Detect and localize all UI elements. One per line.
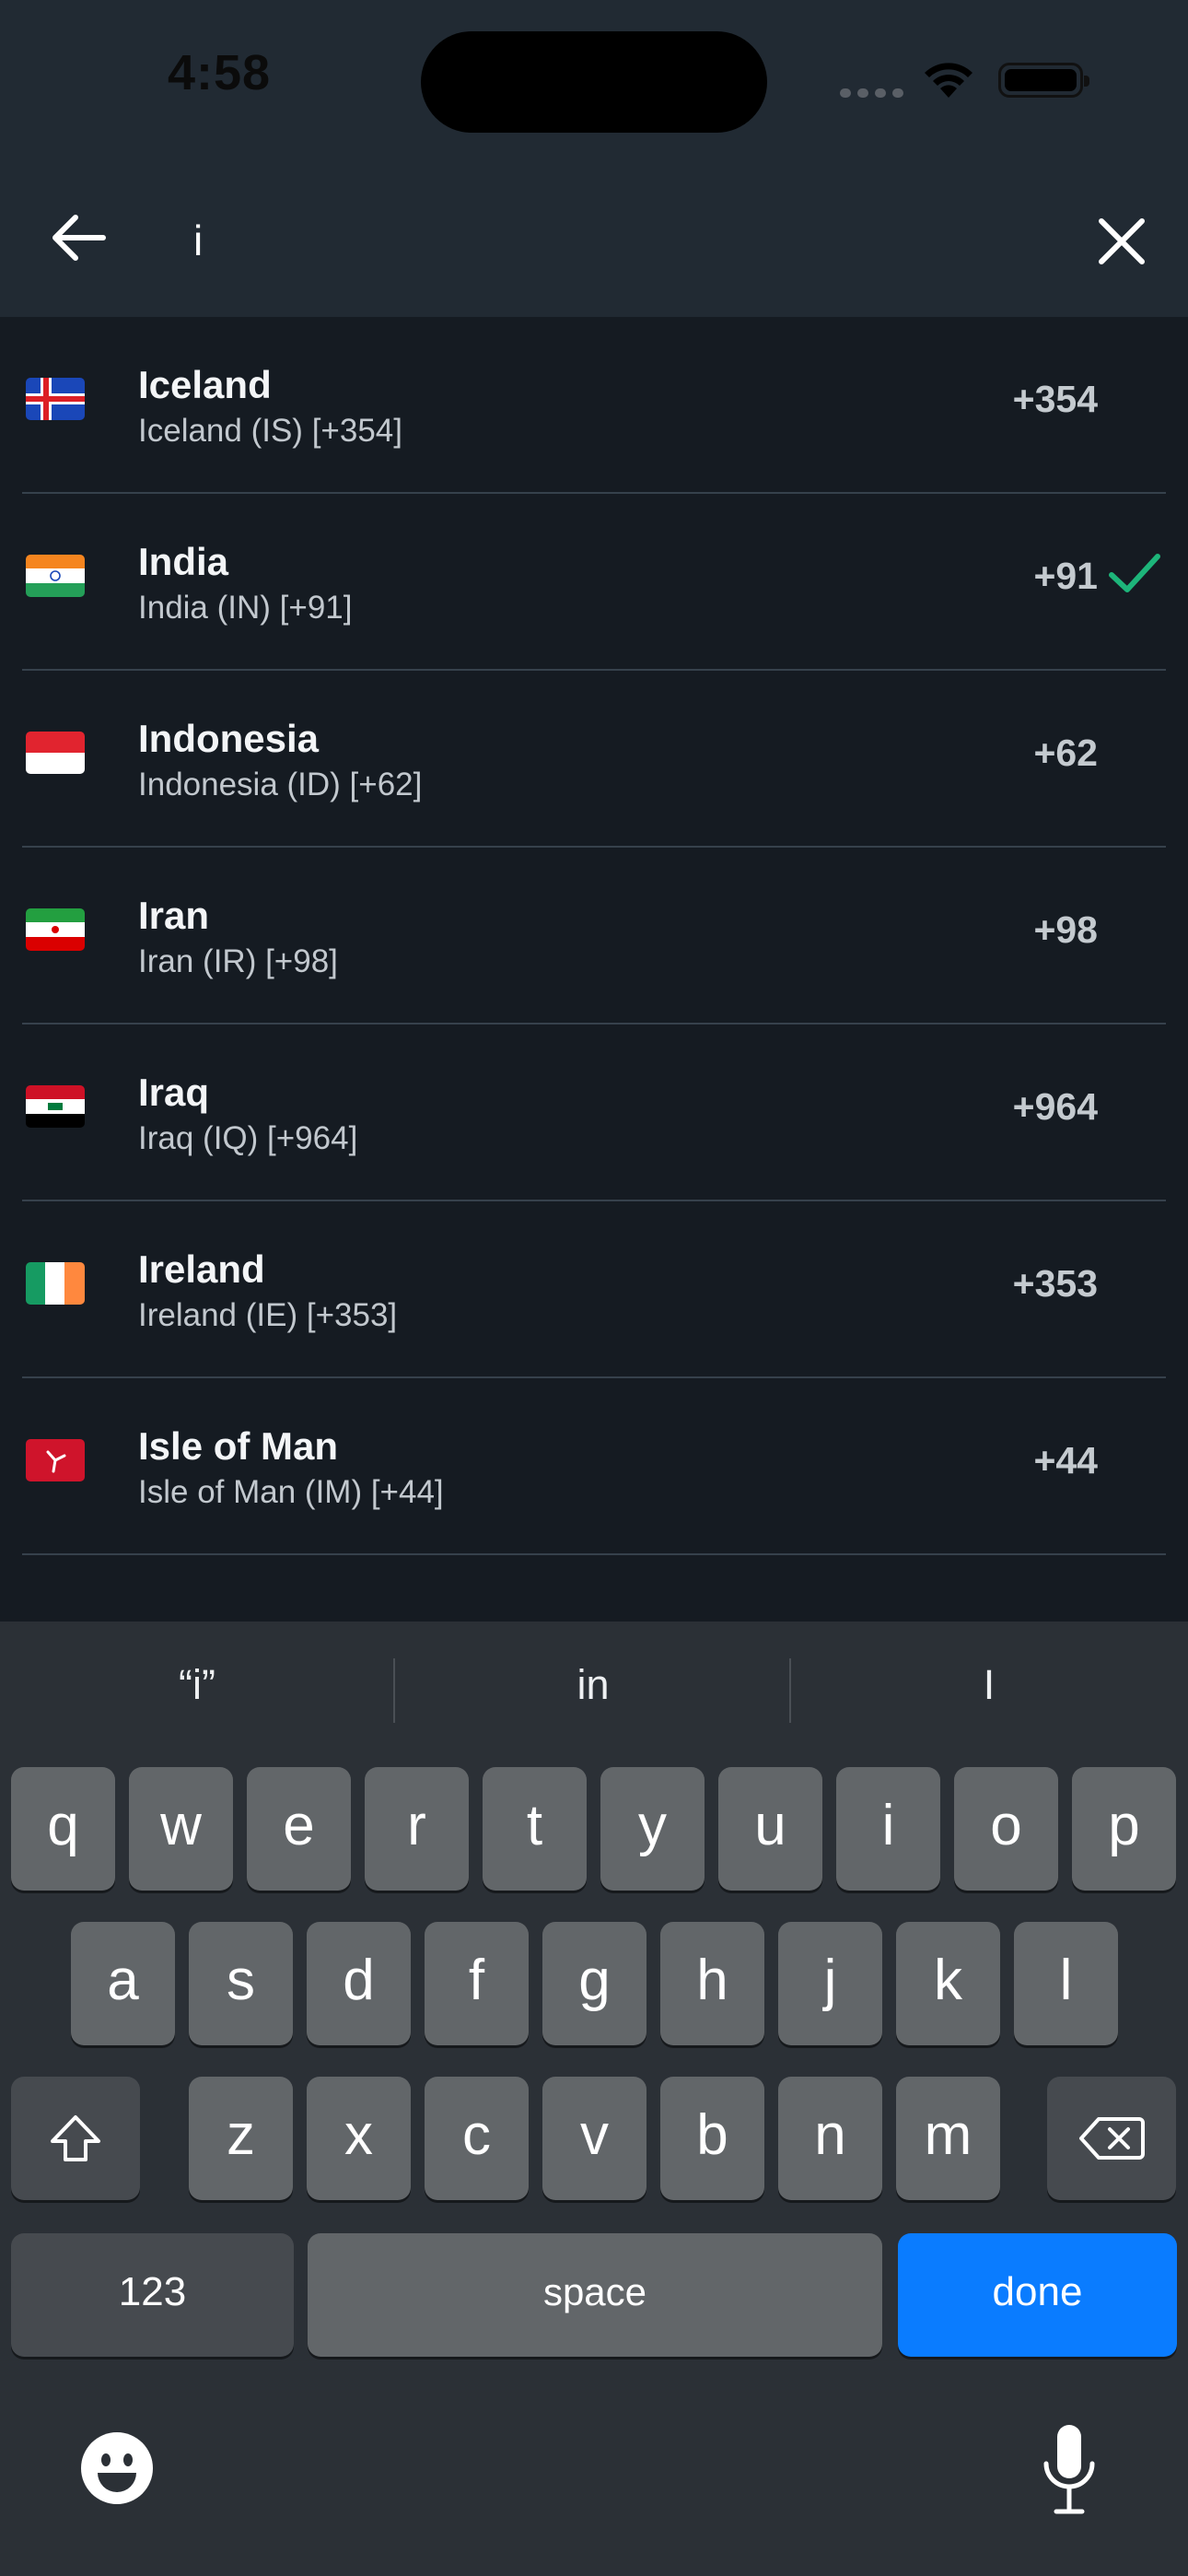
iceland-flag-icon: [26, 378, 85, 420]
suggestion-3[interactable]: I: [792, 1651, 1186, 1719]
country-subtitle: India (IN) [+91]: [138, 590, 353, 626]
key-j[interactable]: j: [778, 1922, 882, 2045]
country-subtitle: Indonesia (ID) [+62]: [138, 767, 423, 802]
shift-icon: [51, 2115, 100, 2161]
key-y[interactable]: y: [600, 1767, 705, 1891]
india-flag-icon: [26, 555, 85, 597]
key-n[interactable]: n: [778, 2077, 882, 2200]
country-name: Iceland: [138, 363, 272, 406]
status-bar: 4:58: [0, 0, 1188, 158]
key-u[interactable]: u: [718, 1767, 822, 1891]
dial-code: +354: [1012, 378, 1098, 420]
key-b[interactable]: b: [660, 2077, 764, 2200]
country-row-indonesia[interactable]: Indonesia Indonesia (ID) [+62] +62: [0, 671, 1188, 848]
key-r[interactable]: r: [365, 1767, 469, 1891]
key-l[interactable]: l: [1014, 1922, 1118, 2045]
country-name: Iran: [138, 894, 210, 937]
key-t[interactable]: t: [483, 1767, 587, 1891]
key-q[interactable]: q: [11, 1767, 115, 1891]
wifi-icon: [925, 63, 973, 98]
country-subtitle: Iraq (IQ) [+964]: [138, 1120, 358, 1156]
key-o[interactable]: o: [954, 1767, 1058, 1891]
country-name: Isle of Man: [138, 1424, 339, 1468]
suggestion-divider: [789, 1658, 791, 1723]
country-row-iran[interactable]: Iran Iran (IR) [+98] +98: [0, 848, 1188, 1025]
dial-code: +964: [1012, 1085, 1098, 1128]
indonesia-flag-icon: [26, 732, 85, 774]
dial-code: +353: [1012, 1262, 1098, 1305]
suggestion-1[interactable]: “i”: [0, 1651, 394, 1719]
country-row-ireland[interactable]: Ireland Ireland (IE) [+353] +353: [0, 1201, 1188, 1378]
isle-of-man-flag-icon: [26, 1439, 85, 1481]
iran-flag-icon: [26, 908, 85, 951]
checkmark-icon: [1109, 554, 1160, 592]
iraq-flag-icon: [26, 1085, 85, 1128]
search-input[interactable]: [193, 208, 1022, 273]
dial-code: +44: [1033, 1439, 1098, 1481]
key-h[interactable]: h: [660, 1922, 764, 2045]
country-name: Iraq: [138, 1071, 210, 1114]
country-row-iceland[interactable]: Iceland Iceland (IS) [+354] +354: [0, 317, 1188, 494]
key-s[interactable]: s: [189, 1922, 293, 2045]
country-name: Indonesia: [138, 717, 320, 760]
dial-code: +98: [1033, 908, 1098, 951]
shift-key[interactable]: [11, 2077, 140, 2200]
country-list: Iceland Iceland (IS) [+354] +354 India I…: [0, 317, 1188, 1622]
country-row-iraq[interactable]: Iraq Iraq (IQ) [+964] +964: [0, 1025, 1188, 1201]
numbers-key[interactable]: 123: [11, 2233, 294, 2357]
country-subtitle: Iran (IR) [+98]: [138, 943, 338, 979]
key-k[interactable]: k: [896, 1922, 1000, 2045]
suggestion-2[interactable]: in: [396, 1651, 790, 1719]
key-c[interactable]: c: [425, 2077, 529, 2200]
key-a[interactable]: a: [71, 1922, 175, 2045]
country-row-isle-of-man[interactable]: Isle of Man Isle of Man (IM) [+44] +44: [0, 1378, 1188, 1555]
key-m[interactable]: m: [896, 2077, 1000, 2200]
key-i[interactable]: i: [836, 1767, 940, 1891]
backspace-icon: [1079, 2117, 1145, 2160]
microphone-icon[interactable]: [1039, 2421, 1100, 2517]
country-subtitle: Iceland (IS) [+354]: [138, 413, 402, 449]
key-g[interactable]: g: [542, 1922, 646, 2045]
emoji-icon[interactable]: [79, 2430, 155, 2506]
key-z[interactable]: z: [189, 2077, 293, 2200]
back-arrow-icon[interactable]: [42, 201, 116, 275]
key-x[interactable]: x: [307, 2077, 411, 2200]
key-v[interactable]: v: [542, 2077, 646, 2200]
row-divider: [22, 1553, 1166, 1555]
country-row-india[interactable]: India India (IN) [+91] +91: [0, 494, 1188, 671]
country-subtitle: Ireland (IE) [+353]: [138, 1297, 398, 1333]
battery-icon: [998, 63, 1089, 98]
key-e[interactable]: e: [247, 1767, 351, 1891]
country-name: Ireland: [138, 1247, 265, 1291]
dynamic-island: [421, 31, 767, 133]
done-key[interactable]: done: [898, 2233, 1177, 2357]
suggestion-divider: [393, 1658, 395, 1723]
key-p[interactable]: p: [1072, 1767, 1176, 1891]
delete-key[interactable]: [1047, 2077, 1176, 2200]
space-key[interactable]: space: [308, 2233, 882, 2357]
ireland-flag-icon: [26, 1262, 85, 1305]
key-d[interactable]: d: [307, 1922, 411, 2045]
country-name: India: [138, 540, 229, 583]
close-icon[interactable]: [1087, 206, 1157, 276]
cellular-signal-icon: [840, 86, 910, 102]
key-w[interactable]: w: [129, 1767, 233, 1891]
status-time: 4:58: [168, 45, 272, 100]
country-subtitle: Isle of Man (IM) [+44]: [138, 1474, 444, 1510]
keyboard: “i” in I q w e r t y u i o p a s d f g h…: [0, 1622, 1188, 2576]
dial-code: +62: [1033, 732, 1098, 774]
dial-code: +91: [1033, 555, 1098, 597]
key-f[interactable]: f: [425, 1922, 529, 2045]
